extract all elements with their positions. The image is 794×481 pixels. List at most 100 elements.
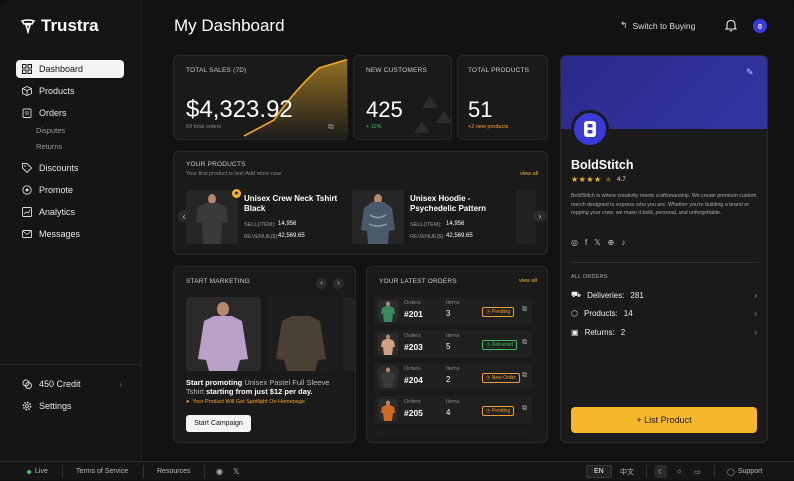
sidebar-subitem-returns[interactable]: Returns [36,142,62,151]
sidebar-item-promote[interactable]: Promote [16,181,124,199]
discord-icon[interactable]: ◉ [216,462,223,481]
tag-icon [21,163,32,174]
order-row[interactable]: Orders #201 Items 3 ◷ Pending ⧉ [374,297,532,325]
product-sell-label: SELL(ITEM): [410,222,442,228]
sidebar-item-messages[interactable]: Messages [16,225,124,243]
view-all-products-link[interactable]: view all [520,171,538,177]
sidebar-item-discounts[interactable]: Discounts [16,159,124,177]
order-thumbnail [378,300,398,322]
box-icon [21,86,32,97]
external-link-icon[interactable]: ⧉ [522,306,527,314]
brand-logo[interactable]: Trustra [20,16,99,36]
external-link-icon[interactable]: ⧉ [328,122,334,132]
marketing-note-text: Your Product Will Get Spotlight On Homep… [192,399,305,405]
live-label: Live [35,468,48,475]
live-status: Live [27,462,48,481]
store-description: BoldStitch is where creativity meets cra… [571,193,757,216]
sidebar-item-label: Promote [39,185,74,195]
terms-link[interactable]: Terms of Service [76,462,128,481]
sidebar-item-analytics[interactable]: Analytics [16,203,124,221]
start-campaign-button[interactable]: Start Campaign [186,415,251,432]
mail-icon [21,229,32,240]
product-image-tshirt[interactable] [186,190,238,244]
marketing-product-image[interactable] [186,297,261,371]
rating-value: 4.7 [616,176,626,183]
lang-en-button[interactable]: EN [586,465,612,478]
customers-pattern [414,96,451,133]
your-products-title: YOUR PRODUCTS [186,161,246,168]
order-row[interactable]: Orders #204 Items 2 ◷ New Order ⧉ [374,363,532,391]
store-name: BoldStitch [571,158,634,172]
trustra-logo-icon [20,19,36,34]
store-avatar [571,110,609,148]
returns-label: Returns: [584,328,615,337]
footer-separator [204,465,205,478]
order-status-text: Pending [491,309,511,315]
marketing-title: START MARKETING [186,278,251,285]
support-label: Support [737,468,763,475]
sidebar-item-dashboard[interactable]: Dashboard [16,60,124,78]
footer-separator [714,465,715,478]
order-row-partial [374,429,532,437]
customers-label: NEW CUSTOMERS [366,67,427,74]
sidebar-item-products[interactable]: Products [16,82,124,100]
notification-count-badge[interactable]: 0 [753,19,767,33]
product-image-partial[interactable] [516,190,536,244]
marketing-product-image-2[interactable] [266,297,338,371]
order-items-count: 2 [446,375,451,384]
products-row[interactable]: ⬡ Products: 14 › [571,309,757,318]
footer-separator [62,465,63,478]
marketing-next-button[interactable]: › [333,278,344,289]
sidebar-item-settings[interactable]: Settings [16,397,124,415]
order-items-label: Items [446,399,460,405]
order-status-badge: ◷ Pending [482,406,515,416]
app-window: Trustra Dashboard Products Orders Disput… [0,0,794,461]
globe-icon[interactable]: ⊕ [608,238,615,247]
products-next-button[interactable]: › [534,210,546,222]
sales-value: $4,323.92 [186,96,293,123]
half-star-icon: ★ [604,175,612,184]
facebook-icon[interactable]: f [585,238,587,247]
monitor-icon[interactable]: ▭ [694,462,701,481]
support-button[interactable]: ◯ Support [727,462,762,481]
external-link-icon[interactable]: ⧉ [522,339,527,347]
deliveries-row[interactable]: ⛟ Deliveries: 281 › [571,290,757,300]
marketing-product-image-3[interactable] [343,297,355,371]
external-link-icon[interactable]: ⧉ [522,405,527,413]
order-items-count: 5 [446,342,451,351]
lang-zh-button[interactable]: 中文 [620,462,634,481]
tiktok-icon[interactable]: ♪ [621,238,625,247]
marketing-prev-button[interactable]: ‹ [316,278,327,289]
x-icon[interactable]: 𝕏 [594,238,600,247]
order-id: #203 [404,342,423,352]
external-link-icon[interactable]: ⧉ [522,372,527,380]
edit-icon[interactable]: ✎ [746,67,754,78]
bell-icon[interactable] [724,19,738,37]
light-mode-icon[interactable]: ☼ [676,462,682,481]
deliveries-label: Deliveries: [587,290,625,300]
sales-orders-count: 69 total orders [186,124,222,130]
store-rating: ★★★★ ★ 4.7 [571,175,626,184]
bullet-icon: ● [186,399,190,405]
sidebar-item-label: Products [39,86,75,96]
credit-item[interactable]: 450 Credit › [16,375,124,393]
dark-mode-icon[interactable]: ☾ [655,465,668,478]
list-product-button[interactable]: + List Product [571,407,757,433]
x-icon[interactable]: 𝕏 [233,462,239,481]
order-row[interactable]: Orders #203 Items 5 ◷ Delivered ⧉ [374,330,532,358]
deliveries-value: 281 [630,290,644,300]
chevron-right-icon: › [754,290,757,300]
resources-link[interactable]: Resources [157,462,190,481]
view-all-orders-link[interactable]: view all [519,278,537,284]
instagram-icon[interactable]: ◎ [571,238,578,247]
sidebar-subitem-disputes[interactable]: Disputes [36,126,65,135]
sidebar-item-orders[interactable]: Orders [16,104,124,122]
switch-arrow-icon: ↰ [620,20,628,30]
order-row[interactable]: Orders #205 Items 4 ◷ Pending ⧉ [374,396,532,424]
promote-icon [21,185,32,196]
gear-icon [21,401,32,412]
returns-row[interactable]: ▣ Returns: 2 › [571,328,757,337]
switch-label: Switch to Buying [632,20,696,31]
product-image-hoodie[interactable] [352,190,404,244]
switch-to-buying-button[interactable]: ↰ Switch to Buying [620,20,695,31]
